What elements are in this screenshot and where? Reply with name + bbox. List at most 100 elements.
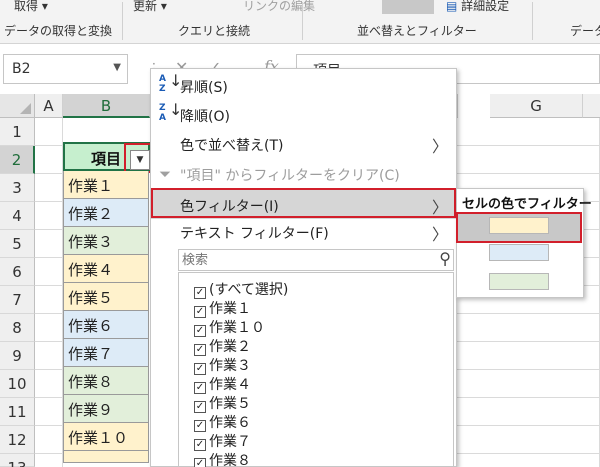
data-cell[interactable]: 作業１ xyxy=(63,171,149,199)
ribbon-separator xyxy=(122,2,123,40)
filter-list-label: (すべて選択) xyxy=(209,282,289,298)
column-header-h[interactable] xyxy=(583,94,600,118)
filter-list-item[interactable]: ✓ 作業１０ xyxy=(194,317,265,337)
filter-list-item[interactable]: ✓ 作業４ xyxy=(194,374,251,394)
grid-cell[interactable] xyxy=(457,314,600,342)
row-header[interactable]: 6 xyxy=(0,258,35,286)
grid-cell[interactable] xyxy=(35,202,63,230)
menu-item-clear-filter[interactable]: ⏷ "項目" からフィルターをクリア(C) xyxy=(151,161,456,187)
annotation-highlight-color-filter xyxy=(151,188,456,218)
data-cell[interactable]: 作業９ xyxy=(63,395,149,423)
menu-item-text-filter[interactable]: テキスト フィルター(F) 〉 xyxy=(151,219,456,245)
data-cell[interactable]: 作業１０ xyxy=(63,423,149,451)
column-header-b[interactable]: B xyxy=(63,94,150,118)
color-swatch xyxy=(489,244,549,261)
autofilter-menu: A Z ↓ 昇順(S) Z A ↓ 降順(O) 色で並べ替え(T) 〉 ⏷ "項目" か… xyxy=(150,68,457,467)
filter-list-item[interactable]: ✓ (すべて選択) xyxy=(194,279,289,299)
filter-list-label: 作業８ xyxy=(209,453,251,467)
grid-cell[interactable] xyxy=(35,258,63,286)
menu-item-sort-ascending[interactable]: A Z ↓ 昇順(S) xyxy=(151,73,456,99)
annotation-highlight-yellow-swatch xyxy=(456,212,582,243)
get-data-button[interactable]: 取得 ▾ xyxy=(14,0,48,12)
sort-descending-icon: Z A ↓ xyxy=(159,100,183,124)
filter-list-item[interactable]: ✓ 作業１ xyxy=(194,298,251,318)
row-header[interactable]: 11 xyxy=(0,398,35,426)
row-header[interactable]: 7 xyxy=(0,286,35,314)
filter-search-box[interactable]: ⚲ xyxy=(178,249,454,271)
grid-cell[interactable] xyxy=(457,342,600,370)
row-header[interactable]: 4 xyxy=(0,202,35,230)
grid-cell[interactable] xyxy=(457,454,600,467)
filter-value-list: ✓ (すべて選択) ✓ 作業１ ✓ 作業１０ ✓ 作業２ ✓ 作業３ ✓ 作業４ ✓ 作業５ ✓ 作業６ ✓ 作業… xyxy=(178,272,454,467)
data-cell[interactable]: 作業５ xyxy=(63,283,149,311)
filter-list-item[interactable]: ✓ 作業７ xyxy=(194,431,251,451)
row-header[interactable]: 13 xyxy=(0,454,35,467)
color-swatch xyxy=(489,273,549,290)
checkbox-checked-icon[interactable]: ✓ xyxy=(194,458,206,467)
grid-cell[interactable] xyxy=(35,398,63,426)
submenu-title: セルの色でフィルター xyxy=(462,197,592,212)
column-header-hidden xyxy=(457,94,458,118)
grid-cell[interactable] xyxy=(35,370,63,398)
filter-list-item[interactable]: ✓ 作業８ xyxy=(194,450,251,467)
data-cell[interactable]: 作業７ xyxy=(63,339,149,367)
refresh-button[interactable]: 更新 ▾ xyxy=(133,0,167,12)
data-cell[interactable] xyxy=(63,451,149,463)
grid-cell[interactable] xyxy=(457,398,600,426)
row-header[interactable]: 10 xyxy=(0,370,35,398)
row-header[interactable]: 8 xyxy=(0,314,35,342)
data-cell[interactable]: 作業４ xyxy=(63,255,149,283)
row-header[interactable]: 12 xyxy=(0,426,35,454)
filter-list-label: 作業７ xyxy=(209,434,251,450)
search-input[interactable] xyxy=(179,250,419,270)
row-header[interactable]: 1 xyxy=(0,118,35,146)
row-header[interactable]: 2 xyxy=(0,146,35,174)
menu-item-sort-descending[interactable]: Z A ↓ 降順(O) xyxy=(151,102,456,128)
menu-item-sort-by-color[interactable]: 色で並べ替え(T) 〉 xyxy=(151,131,456,157)
row-header[interactable]: 9 xyxy=(0,342,35,370)
grid-cell[interactable] xyxy=(457,146,600,174)
filter-list-item[interactable]: ✓ 作業３ xyxy=(194,355,251,375)
row-header[interactable]: 5 xyxy=(0,230,35,258)
filter-list-item[interactable]: ✓ 作業６ xyxy=(194,412,251,432)
column-header-g[interactable]: G xyxy=(490,94,583,118)
grid-cell[interactable] xyxy=(35,454,63,467)
ribbon-separator xyxy=(532,2,533,40)
grid-cell[interactable] xyxy=(457,118,600,146)
filter-list-label: 作業５ xyxy=(209,396,251,412)
grid-cell[interactable] xyxy=(457,426,600,454)
color-filter-submenu: セルの色でフィルター xyxy=(456,188,592,298)
row-header[interactable]: 3 xyxy=(0,174,35,202)
filter-list-label: 作業１ xyxy=(209,301,251,317)
grid-cell[interactable] xyxy=(35,146,63,174)
data-cell[interactable]: 作業８ xyxy=(63,367,149,395)
advanced-filter-button[interactable]: ▤ 詳細設定 xyxy=(446,0,509,12)
name-box[interactable]: B2 ▼ xyxy=(3,54,128,84)
chevron-right-icon: 〉 xyxy=(431,137,448,156)
grid-cell[interactable] xyxy=(35,118,63,146)
search-icon: ⚲ xyxy=(439,249,451,268)
data-cell[interactable]: 作業２ xyxy=(63,199,149,227)
grid-cell[interactable] xyxy=(35,230,63,258)
grid-cell[interactable] xyxy=(35,426,63,454)
grid-cell[interactable] xyxy=(35,174,63,202)
group-get-transform: データの取得と変換 xyxy=(4,24,113,38)
column-header-a[interactable]: A xyxy=(35,94,63,118)
edit-links-button[interactable]: リンクの編集 xyxy=(243,0,315,12)
grid-cell[interactable] xyxy=(457,370,600,398)
color-option-green[interactable] xyxy=(458,269,582,297)
data-cell[interactable]: 作業３ xyxy=(63,227,149,255)
filter-list-item[interactable]: ✓ 作業５ xyxy=(194,393,251,413)
grid-cell[interactable] xyxy=(35,342,63,370)
color-option-blue[interactable] xyxy=(458,240,582,268)
grid-cell[interactable] xyxy=(35,286,63,314)
data-cell[interactable]: 作業６ xyxy=(63,311,149,339)
select-all-corner[interactable] xyxy=(0,94,35,118)
chevron-down-icon[interactable]: ▼ xyxy=(113,62,121,73)
ribbon-separator xyxy=(302,2,303,40)
grid-cell[interactable] xyxy=(35,314,63,342)
clear-filter-icon: ⏷ xyxy=(159,165,172,183)
filter-list-label: 作業４ xyxy=(209,377,251,393)
group-queries-connections: クエリと接続 xyxy=(178,24,251,38)
filter-list-item[interactable]: ✓ 作業２ xyxy=(194,336,251,356)
